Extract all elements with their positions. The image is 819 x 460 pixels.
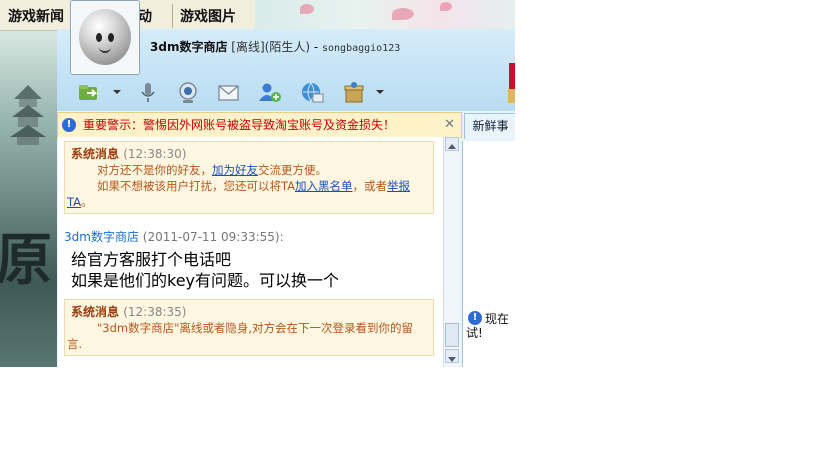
message-scrollbar[interactable] <box>443 137 460 367</box>
message-history[interactable]: 系统消息 (12:38:30) 对方还不是你的好友，加为好友交流更方便。 如果不… <box>58 137 443 367</box>
scroll-thumb[interactable] <box>445 323 459 347</box>
background-top-art <box>255 0 515 30</box>
avatar-image <box>79 9 131 65</box>
transfer-dropdown-arrow[interactable] <box>113 90 121 94</box>
info-icon: ! <box>62 118 76 132</box>
petal-decoration <box>300 4 314 14</box>
message-time: (2011-07-11 09:33:55): <box>142 230 284 244</box>
contact-avatar[interactable] <box>70 0 140 75</box>
petal-decoration <box>440 2 452 11</box>
system-message-line: TA。 <box>67 195 93 209</box>
system-message-header: 系统消息 (12:38:35) <box>71 305 187 319</box>
contact-signature: songbaggio123 <box>322 43 401 54</box>
nav-tab-game-pictures[interactable]: 游戏图片 <box>172 0 244 30</box>
nav-tab-game-news[interactable]: 游戏新闻 <box>0 0 72 30</box>
chat-message-text: 如果是他们的key有问题。可以换一个 <box>71 271 340 290</box>
remote-assist-icon[interactable] <box>299 80 325 106</box>
scroll-up-arrow[interactable] <box>445 137 459 151</box>
system-message-line: "3dm数字商店"离线或者隐身,对方会在下一次登录看到你的留 <box>97 321 414 335</box>
system-message-line: 言. <box>67 337 83 351</box>
side-panel: ! 现在 试! <box>462 141 515 367</box>
chat-title: 3dm数字商店 [离线](陌生人) - songbaggio123 <box>150 38 400 55</box>
side-notice-text: 试! <box>466 326 483 340</box>
contact-name[interactable]: 3dm数字商店 <box>150 40 227 54</box>
system-message-line: 对方还不是你的好友，加为好友交流更方便。 <box>97 163 327 177</box>
message-sender: 3dm数字商店 (2011-07-11 09:33:55): <box>64 228 284 245</box>
add-friend-icon[interactable] <box>257 80 283 106</box>
side-notice-text: 现在 <box>485 312 510 326</box>
app-box-dropdown-arrow[interactable] <box>376 90 384 94</box>
report-link-continued[interactable]: TA <box>67 195 81 209</box>
add-friend-link[interactable]: 加为好友 <box>212 163 258 177</box>
report-link[interactable]: 举报 <box>387 179 410 193</box>
title-separator: - <box>310 40 322 54</box>
screenshot-area: 原 游戏新闻 动 游戏图片 3dm数字商店 [离线](陌生人) - songba… <box>0 0 515 367</box>
ad-banner-edge <box>509 63 515 91</box>
message-time: (12:38:30) <box>123 147 187 161</box>
system-message: 系统消息 (12:38:30) 对方还不是你的好友，加为好友交流更方便。 如果不… <box>64 141 434 214</box>
app-box-icon[interactable] <box>341 80 367 106</box>
pagoda-art <box>10 85 46 145</box>
chat-window: 3dm数字商店 [离线](陌生人) - songbaggio123 ! 重要警示… <box>57 0 515 367</box>
mail-icon[interactable] <box>216 80 242 106</box>
close-icon[interactable]: ✕ <box>444 113 455 137</box>
system-message-line: 如果不想被该用户打扰，您还可以将TA加入黑名单，或者举报 <box>97 179 410 193</box>
contact-relation: (陌生人) <box>264 40 311 54</box>
security-warning-bar: ! 重要警示：警惕因外网账号被盗导致淘宝账号及资金损失！ ✕ <box>57 112 462 138</box>
ad-banner-edge <box>508 89 515 103</box>
sender-name[interactable]: 3dm数字商店 <box>64 230 139 244</box>
message-time: (12:38:35) <box>123 305 187 319</box>
add-to-blacklist-link[interactable]: 加入黑名单 <box>295 179 353 193</box>
petal-decoration <box>392 8 414 20</box>
warning-text[interactable]: 重要警示：警惕因外网账号被盗导致淘宝账号及资金损失！ <box>83 113 395 137</box>
background-left-art: 原 <box>0 30 58 367</box>
background-calligraphy: 原 <box>0 227 52 293</box>
contact-status: [离线] <box>231 40 265 54</box>
info-icon: ! <box>468 311 482 325</box>
system-message: 系统消息 (12:38:35) "3dm数字商店"离线或者隐身,对方会在下一次登… <box>64 299 434 356</box>
system-message-header: 系统消息 (12:38:30) <box>71 147 187 161</box>
transfer-file-icon[interactable] <box>77 80 103 106</box>
scroll-down-arrow[interactable] <box>445 349 459 363</box>
tab-news-feed[interactable]: 新鲜事 <box>464 113 515 139</box>
webcam-icon[interactable] <box>175 80 201 106</box>
microphone-icon[interactable] <box>135 80 161 106</box>
